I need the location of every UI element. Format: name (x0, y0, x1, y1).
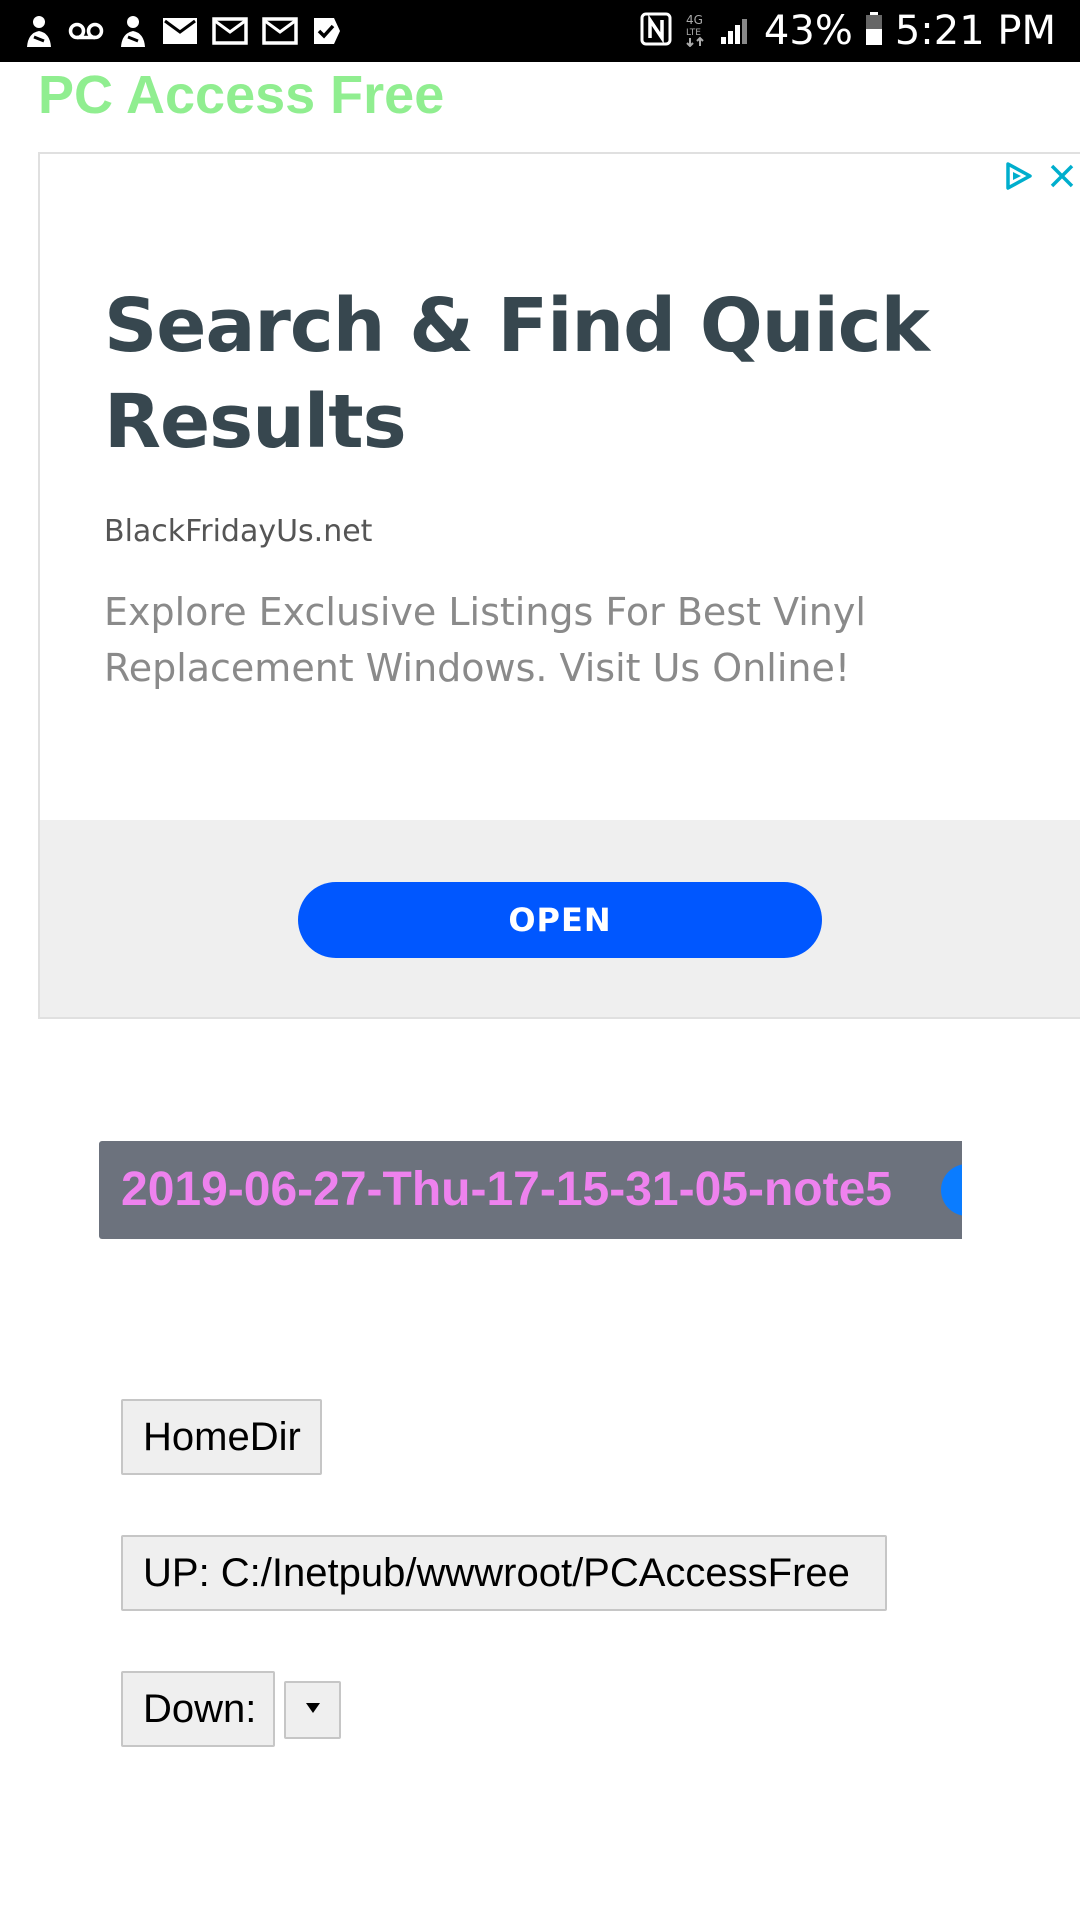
down-directory-select[interactable] (284, 1681, 341, 1739)
account-icon (118, 13, 148, 49)
ad-domain[interactable]: BlackFridayUs.net (104, 514, 372, 549)
notification-icons (24, 0, 342, 62)
status-dot-icon (941, 1164, 962, 1216)
mail-icon (162, 17, 198, 45)
checklist-icon (312, 16, 342, 46)
dropdown-arrow-icon (305, 1701, 321, 1719)
file-name-banner: 2019-06-27-Thu-17-15-31-05-note5 (99, 1141, 962, 1239)
account-icon (24, 13, 54, 49)
page-title: PC Access Free (38, 65, 445, 125)
nfc-icon (640, 12, 672, 51)
up-directory-button[interactable]: UP: C:/Inetpub/wwwroot/PCAccessFree (121, 1535, 887, 1611)
down-directory-button[interactable]: Down: (121, 1671, 275, 1747)
system-status: 4G LTE 43% 5:21 PM (640, 0, 1056, 62)
file-name: 2019-06-27-Thu-17-15-31-05-note5 (121, 1163, 892, 1216)
svg-text:4G: 4G (686, 13, 703, 27)
mail-icon (262, 17, 298, 45)
ad-choices-icon[interactable] (1002, 160, 1034, 197)
battery-icon (865, 11, 883, 51)
close-icon[interactable] (1048, 162, 1076, 195)
mail-icon (212, 17, 248, 45)
ad-footer: OPEN (40, 820, 1080, 1017)
battery-percent: 43% (763, 8, 853, 54)
ad-banner[interactable]: Search & Find Quick Results BlackFridayU… (38, 152, 1080, 1019)
voicemail-icon (68, 19, 104, 43)
data-4g-icon: 4G LTE (684, 11, 708, 52)
ad-description[interactable]: Explore Exclusive Listings For Best Viny… (104, 584, 1024, 696)
status-bar: 4G LTE 43% 5:21 PM (0, 0, 1080, 62)
homedir-button[interactable]: HomeDir (121, 1399, 322, 1475)
ad-open-button[interactable]: OPEN (298, 882, 822, 958)
ad-headline[interactable]: Search & Find Quick Results (104, 278, 944, 470)
svg-text:LTE: LTE (686, 28, 701, 38)
ad-badges (1002, 160, 1076, 197)
clock: 5:21 PM (894, 8, 1056, 54)
signal-icon (720, 13, 752, 50)
